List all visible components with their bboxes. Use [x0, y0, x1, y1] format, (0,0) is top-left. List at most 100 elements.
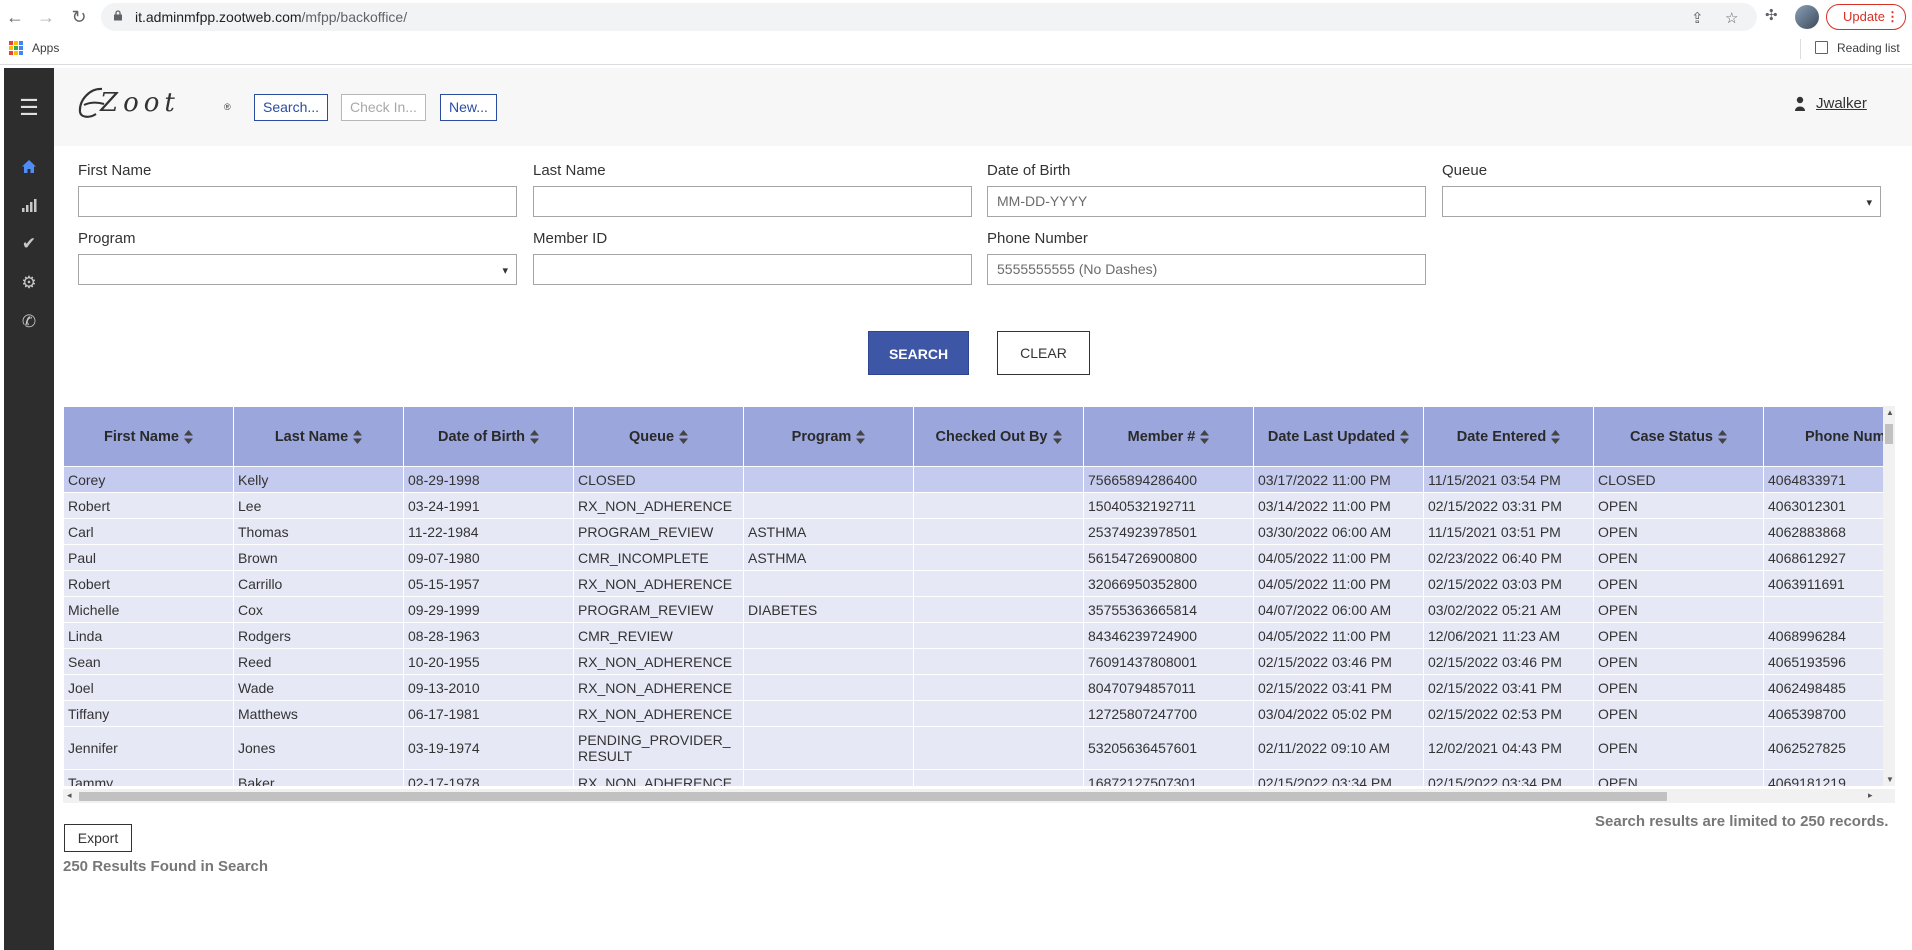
clear-button[interactable]: CLEAR: [997, 331, 1090, 375]
apps-bookmark[interactable]: Apps: [32, 41, 59, 55]
home-icon[interactable]: [4, 152, 54, 182]
table-row[interactable]: Jennifer Jones 03-19-1974 PENDING_PROVIDER_…: [63, 726, 1883, 770]
table-cell: 4068612927: [1763, 544, 1883, 571]
table-cell: 06-17-1981: [403, 700, 574, 727]
username-link[interactable]: Jwalker: [1816, 95, 1867, 112]
reading-list-link[interactable]: Reading list: [1837, 41, 1900, 55]
table-cell: DIABETES: [743, 596, 914, 623]
sort-icon[interactable]: [679, 429, 689, 444]
search-button[interactable]: SEARCH: [868, 331, 969, 375]
back-icon[interactable]: ←: [4, 6, 26, 28]
table-cell: 11/15/2021 03:54 PM: [1423, 466, 1594, 493]
extensions-icon[interactable]: ✣: [1765, 6, 1778, 24]
member-id-input[interactable]: [533, 254, 972, 285]
table-row[interactable]: Paul Brown 09-07-1980 CMR_INCOMPLETE ASTHMA 5…: [63, 544, 1883, 571]
star-icon[interactable]: ☆: [1725, 9, 1738, 27]
share-icon[interactable]: ⇪: [1691, 9, 1704, 27]
table-cell: 08-28-1963: [403, 622, 574, 649]
column-header[interactable]: Checked Out By: [913, 406, 1084, 467]
table-cell: Cox: [233, 596, 404, 623]
sort-icon[interactable]: [1551, 429, 1561, 444]
table-cell: 04/05/2022 11:00 PM: [1253, 622, 1424, 649]
table-row[interactable]: Robert Lee 03-24-1991 RX_NON_ADHERENCE 15040…: [63, 492, 1883, 519]
table-cell: 32066950352800: [1083, 570, 1254, 597]
table-row[interactable]: Linda Rodgers 08-28-1963 CMR_REVIEW 84346239…: [63, 622, 1883, 649]
table-cell: 02/15/2022 03:31 PM: [1423, 492, 1594, 519]
table-row[interactable]: Tiffany Matthews 06-17-1981 RX_NON_ADHERENC…: [63, 700, 1883, 727]
dob-input[interactable]: MM-DD-YYYY: [987, 186, 1426, 217]
table-cell: [743, 769, 914, 786]
column-header[interactable]: Phone Number: [1763, 406, 1883, 467]
table-row[interactable]: Joel Wade 09-13-2010 RX_NON_ADHERENCE 804707…: [63, 674, 1883, 701]
queue-select[interactable]: ▾: [1442, 186, 1881, 217]
horizontal-scrollbar[interactable]: ◂ ▸: [63, 789, 1895, 803]
table-cell: RX_NON_ADHERENCE: [573, 570, 744, 597]
forward-icon[interactable]: →: [35, 6, 57, 28]
reading-list-icon[interactable]: [1815, 41, 1828, 54]
table-cell: [743, 622, 914, 649]
scroll-left-icon[interactable]: ◂: [67, 790, 72, 801]
column-header[interactable]: Date of Birth: [403, 406, 574, 467]
column-header[interactable]: Case Status: [1593, 406, 1764, 467]
column-header-label: Case Status: [1629, 428, 1713, 445]
table-row[interactable]: Sean Reed 10-20-1955 RX_NON_ADHERENCE 760914…: [63, 648, 1883, 675]
column-header[interactable]: Program: [743, 406, 914, 467]
table-row[interactable]: Carl Thomas 11-22-1984 PROGRAM_REVIEW ASTHMA…: [63, 518, 1883, 545]
column-header[interactable]: Last Name: [233, 406, 404, 467]
table-cell: 4063911691: [1763, 570, 1883, 597]
first-name-input[interactable]: [78, 186, 517, 217]
phone-input[interactable]: 5555555555 (No Dashes): [987, 254, 1426, 285]
apps-grid-icon[interactable]: [9, 41, 23, 55]
menu-dots-icon: ⋮: [1886, 9, 1899, 24]
table-row[interactable]: Robert Carrillo 05-15-1957 RX_NON_ADHERENCE…: [63, 570, 1883, 597]
address-bar[interactable]: it.adminmfpp.zootweb.com/mfpp/backoffice…: [101, 3, 1757, 31]
table-row[interactable]: Tammy Baker 02-17-1978 RX_NON_ADHERENCE 1687…: [63, 769, 1883, 786]
table-row[interactable]: Michelle Cox 09-29-1999 PROGRAM_REVIEW DIABE…: [63, 596, 1883, 623]
column-header[interactable]: Date Last Updated: [1253, 406, 1424, 467]
search-menu-button[interactable]: Search...: [254, 94, 329, 121]
sort-icon[interactable]: [183, 429, 193, 444]
chart-icon[interactable]: [4, 190, 54, 220]
gear-icon[interactable]: ⚙: [4, 268, 54, 298]
sort-icon[interactable]: [530, 429, 539, 444]
phone-icon[interactable]: ✆: [4, 307, 54, 337]
scroll-up-icon[interactable]: ▲: [1886, 408, 1894, 417]
sort-icon[interactable]: [856, 429, 866, 444]
export-button[interactable]: Export: [64, 824, 132, 852]
table-cell: OPEN: [1593, 674, 1764, 701]
column-header[interactable]: Member #: [1083, 406, 1254, 467]
last-name-input[interactable]: [533, 186, 972, 217]
table-cell: OPEN: [1593, 596, 1764, 623]
new-button[interactable]: New...: [440, 94, 497, 121]
reload-icon[interactable]: ↻: [68, 6, 90, 28]
scroll-right-icon[interactable]: ▸: [1868, 790, 1873, 801]
app-header: Zoot ® Search... Check In... New... Jwal…: [54, 68, 1912, 146]
user-icon: [1795, 96, 1805, 111]
table-cell: [913, 769, 1084, 786]
table-cell: 12/06/2021 11:23 AM: [1423, 622, 1594, 649]
column-header[interactable]: Date Entered: [1423, 406, 1594, 467]
vertical-scrollbar[interactable]: ▲ ▼: [1883, 406, 1895, 786]
column-header-label: First Name: [104, 428, 179, 445]
scroll-thumb[interactable]: [1885, 424, 1893, 444]
sort-icon[interactable]: [1200, 429, 1210, 444]
table-cell: 4063012301: [1763, 492, 1883, 519]
scroll-down-icon[interactable]: ▼: [1886, 775, 1894, 784]
sort-icon[interactable]: [353, 429, 363, 444]
update-button[interactable]: Update ⋮: [1826, 4, 1906, 30]
sort-icon[interactable]: [1400, 429, 1410, 444]
table-cell: ASTHMA: [743, 518, 914, 545]
profile-avatar[interactable]: [1795, 5, 1819, 29]
check-in-button[interactable]: Check In...: [341, 94, 426, 121]
column-header[interactable]: Queue: [573, 406, 744, 467]
table-row[interactable]: Corey Kelly 08-29-1998 CLOSED 75665894286400…: [63, 466, 1883, 493]
check-icon[interactable]: ✔: [4, 229, 54, 259]
hamburger-icon[interactable]: ☰: [4, 93, 54, 123]
program-select[interactable]: ▾: [78, 254, 517, 285]
lock-icon: [114, 10, 122, 21]
sort-icon[interactable]: [1052, 429, 1062, 444]
scroll-thumb[interactable]: [79, 792, 1667, 801]
table-cell: 80470794857011: [1083, 674, 1254, 701]
column-header[interactable]: First Name: [63, 406, 234, 467]
sort-icon[interactable]: [1718, 429, 1727, 444]
